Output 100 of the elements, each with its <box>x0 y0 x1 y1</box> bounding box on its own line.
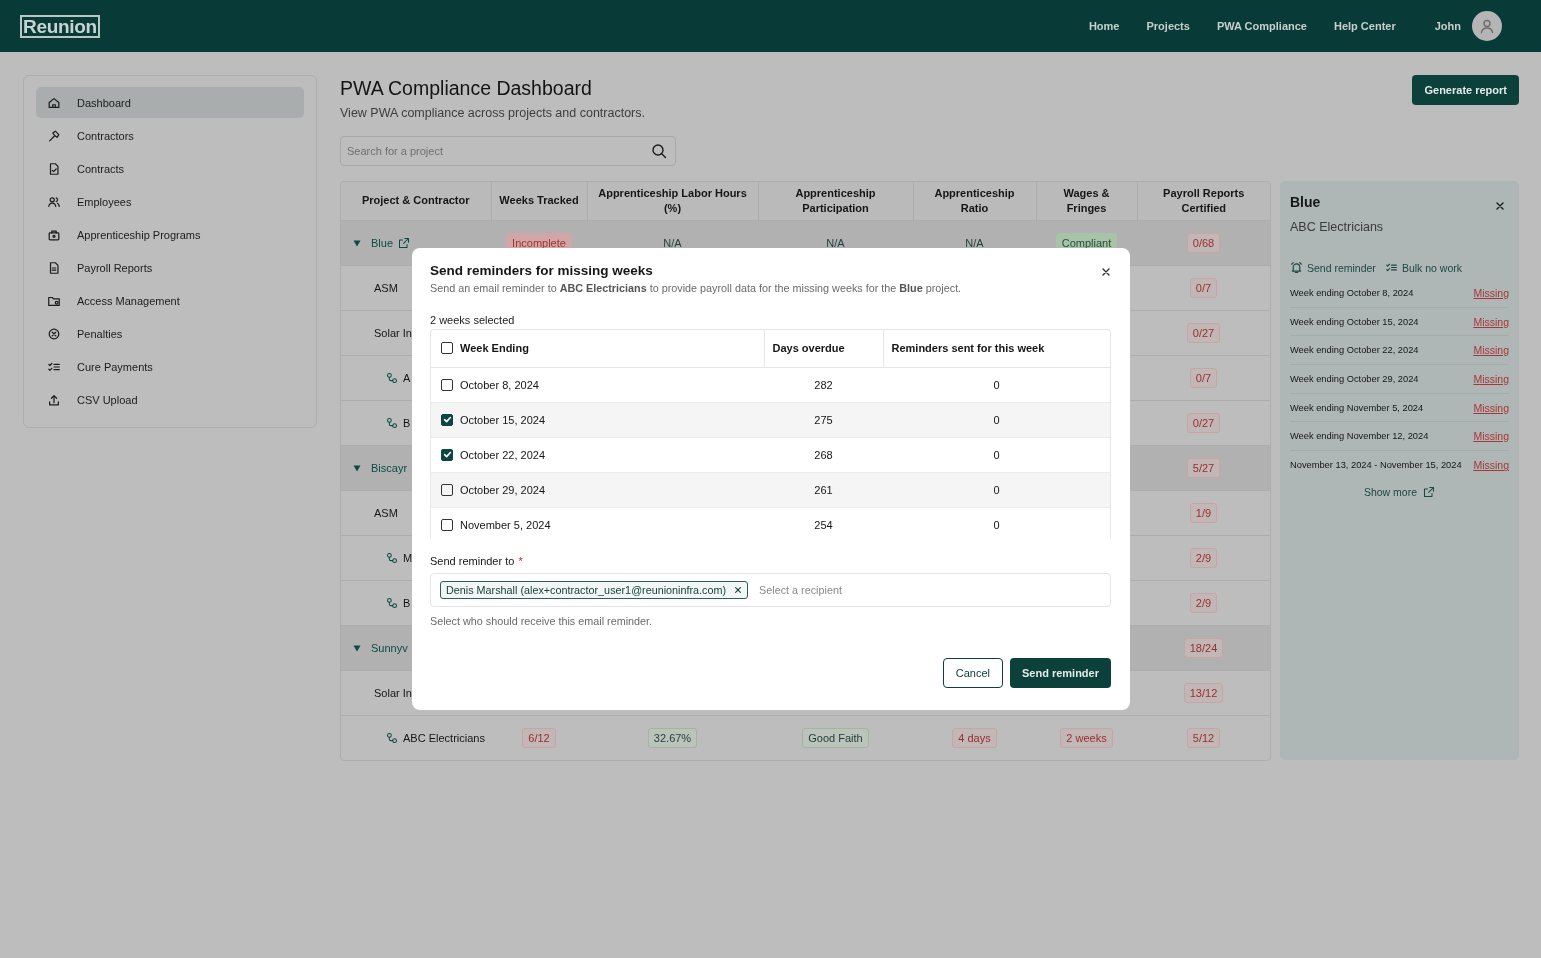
nav-link[interactable]: Home <box>1088 20 1120 32</box>
status-label: 0/7 <box>1189 277 1218 298</box>
nav-link[interactable]: Help Center <box>1333 20 1396 32</box>
sidebar-item[interactable]: Contracts <box>36 153 304 184</box>
user-icon <box>1479 18 1495 34</box>
table-cell: ASM <box>374 506 398 519</box>
sidebar-item[interactable]: Penalties <box>36 318 304 349</box>
column-header: Project & Contractor <box>341 182 491 220</box>
checklist-icon <box>1384 261 1398 274</box>
page-title: PWA Compliance Dashboard <box>340 77 593 100</box>
panel-action-link[interactable]: Send reminder <box>1290 261 1376 274</box>
nav-link[interactable]: Projects <box>1146 20 1190 32</box>
cancel-button[interactable]: Cancel <box>942 658 1003 688</box>
checkbox[interactable] <box>441 413 453 426</box>
table-cell: ASM <box>374 281 398 294</box>
selection-count: 2 weeks selected <box>430 314 516 326</box>
user-name[interactable]: John <box>1434 20 1461 32</box>
status-label: 6/12 <box>522 727 556 748</box>
home-icon <box>47 95 61 110</box>
column-header: Weeks Tracked <box>491 182 587 220</box>
field-label: Send reminder to <box>430 555 515 567</box>
link-icon <box>386 416 398 429</box>
external-link-icon[interactable] <box>398 236 411 249</box>
checkbox[interactable] <box>441 448 453 461</box>
generate-report-button[interactable]: Generate report <box>1412 75 1519 105</box>
checkbox[interactable] <box>441 483 453 496</box>
modal-description: Send an email reminder to ABC Electricians to provide payroll data for the missing weeks for the Blue project. <box>430 282 963 294</box>
bell-icon <box>1290 261 1303 274</box>
checkbox[interactable] <box>441 342 453 355</box>
status-label: 5/27 <box>1186 457 1221 478</box>
table-cell: 0 <box>993 413 1000 426</box>
panel-action-link[interactable]: Bulk no work <box>1384 261 1462 274</box>
page-subtitle: View PWA compliance across projects and contractors. <box>340 106 645 120</box>
status-label: 4 days <box>952 727 997 748</box>
project-link[interactable]: Blue <box>371 236 394 249</box>
sidebar-item[interactable]: Apprenticeship Programs <box>36 219 304 250</box>
table-cell: M <box>403 551 413 564</box>
close-icon[interactable] <box>1101 266 1111 277</box>
week-label: Week ending October 8, 2024 <box>1290 287 1414 298</box>
table-cell: 0 <box>993 518 1000 531</box>
week-label: Week ending October 15, 2024 <box>1290 316 1419 327</box>
table-cell: 254 <box>814 518 833 531</box>
x-circle-icon <box>47 326 61 341</box>
table-cell: October 29, 2024 <box>460 483 545 496</box>
close-icon[interactable] <box>1495 201 1505 211</box>
status-label: Good Faith <box>802 727 869 748</box>
show-more-link[interactable]: Show more <box>1290 485 1509 498</box>
column-header: Apprenticeship Participation <box>758 182 913 220</box>
sidebar-item[interactable]: Access Management <box>36 285 304 316</box>
table-cell: A <box>403 371 411 384</box>
table-cell: October 8, 2024 <box>460 378 539 391</box>
document-icon <box>47 260 61 275</box>
link-icon <box>386 596 398 609</box>
checkbox[interactable] <box>441 378 453 391</box>
required-mark: * <box>518 555 523 567</box>
status-label: 0/68 <box>1186 232 1221 253</box>
sidebar-item[interactable]: Payroll Reports <box>36 252 304 283</box>
table-cell: ABC Electricians <box>403 731 485 744</box>
week-label: Week ending October 29, 2024 <box>1290 373 1419 384</box>
sidebar-item[interactable]: Cure Payments <box>36 351 304 382</box>
panel-subtitle: ABC Electricians <box>1290 220 1385 234</box>
column-header: Reminders sent for this week <box>883 330 1110 367</box>
remove-icon[interactable] <box>734 586 743 594</box>
search-icon[interactable] <box>651 143 667 159</box>
table-cell: October 15, 2024 <box>460 413 545 426</box>
recipient-field[interactable]: Denis Marshall (alex+contractor_user1@reunioninfra.com) Select a recipient <box>430 573 1111 607</box>
status-label: 2/9 <box>1189 592 1218 613</box>
column-header: Apprenticeship Labor Hours (%) <box>587 182 758 220</box>
status-label: 13/12 <box>1183 682 1224 703</box>
status-label: 2/9 <box>1189 547 1218 568</box>
link-icon <box>386 371 398 384</box>
week-label: Week ending November 5, 2024 <box>1290 402 1424 413</box>
table-cell: 268 <box>814 448 833 461</box>
status-label: 32.67% <box>647 727 698 748</box>
panel-title: Blue <box>1290 194 1321 210</box>
table-cell: 0 <box>993 448 1000 461</box>
column-header: Week Ending <box>460 342 529 355</box>
sidebar-item[interactable]: Dashboard <box>36 87 304 118</box>
sidebar-item[interactable]: Employees <box>36 186 304 217</box>
status-label: 5/12 <box>1186 727 1221 748</box>
document-icon <box>47 161 61 176</box>
project-link[interactable]: Biscayr <box>371 461 408 474</box>
table-cell: N/A <box>965 236 984 249</box>
send-reminder-button[interactable]: Send reminder <box>1009 658 1111 688</box>
column-header: Apprenticeship Ratio <box>913 182 1036 220</box>
upload-icon <box>47 392 61 407</box>
nav-link[interactable]: PWA Compliance <box>1216 20 1307 32</box>
checkbox[interactable] <box>441 518 453 531</box>
search-field[interactable]: Search for a project <box>340 136 676 166</box>
project-link[interactable]: Sunnyv <box>371 641 408 654</box>
avatar[interactable] <box>1472 11 1502 41</box>
recipient-tag[interactable]: Denis Marshall (alex+contractor_user1@reunioninfra.com) <box>440 581 749 599</box>
sidebar-item[interactable]: Contractors <box>36 120 304 151</box>
table-cell: 0 <box>993 483 1000 496</box>
sidebar-item[interactable]: CSV Upload <box>36 384 304 415</box>
table-cell: B <box>403 416 411 429</box>
logo[interactable]: Reunion <box>20 14 100 38</box>
hammer-icon <box>47 128 61 143</box>
table-cell: November 5, 2024 <box>460 518 551 531</box>
table-cell: Solar In <box>374 686 412 699</box>
